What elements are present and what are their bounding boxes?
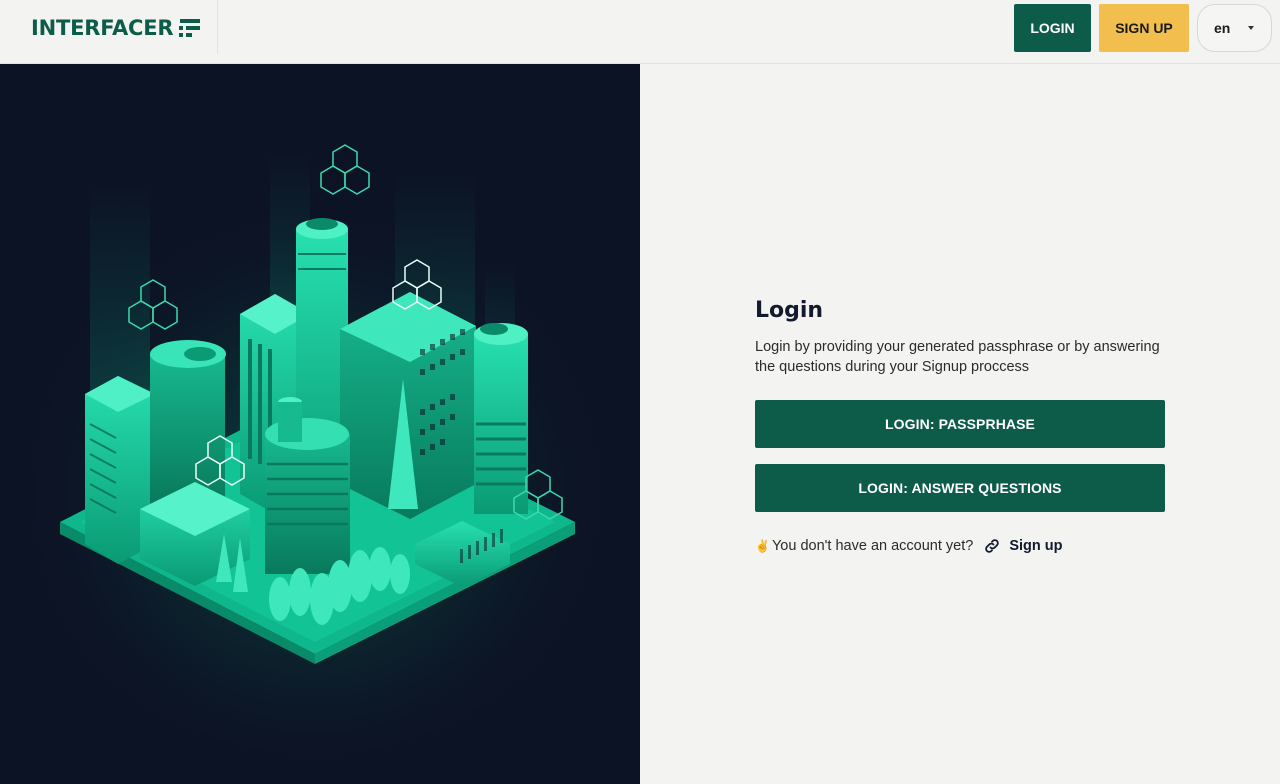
peace-hand-icon: ✌ xyxy=(755,539,770,553)
chevron-down-icon xyxy=(1248,26,1254,30)
logo-mark-icon xyxy=(179,19,200,37)
signup-button[interactable]: SIGN UP xyxy=(1099,4,1189,52)
link-icon[interactable] xyxy=(983,537,1001,555)
language-select[interactable]: en xyxy=(1197,4,1272,52)
signup-link[interactable]: Sign up xyxy=(1009,538,1062,554)
signup-prompt: ✌ You don't have an account yet? Sign up xyxy=(755,536,1063,556)
language-value: en xyxy=(1214,20,1231,36)
page-title: Login xyxy=(755,298,824,323)
login-passphrase-button[interactable]: LOGIN: PASSPRHASE xyxy=(755,400,1165,448)
top-navbar: INTERFACER LOGIN SIGN UP en xyxy=(0,0,1280,64)
hero-panel xyxy=(0,64,640,784)
isometric-city-illustration xyxy=(15,144,615,754)
logo-text: INTERFACER xyxy=(31,16,174,40)
logo[interactable]: INTERFACER xyxy=(0,0,218,54)
no-account-text: You don't have an account yet? xyxy=(771,538,974,554)
login-button[interactable]: LOGIN xyxy=(1014,4,1091,52)
login-description: Login by providing your generated passph… xyxy=(755,339,1160,375)
login-questions-button[interactable]: LOGIN: ANSWER QUESTIONS xyxy=(755,464,1165,512)
